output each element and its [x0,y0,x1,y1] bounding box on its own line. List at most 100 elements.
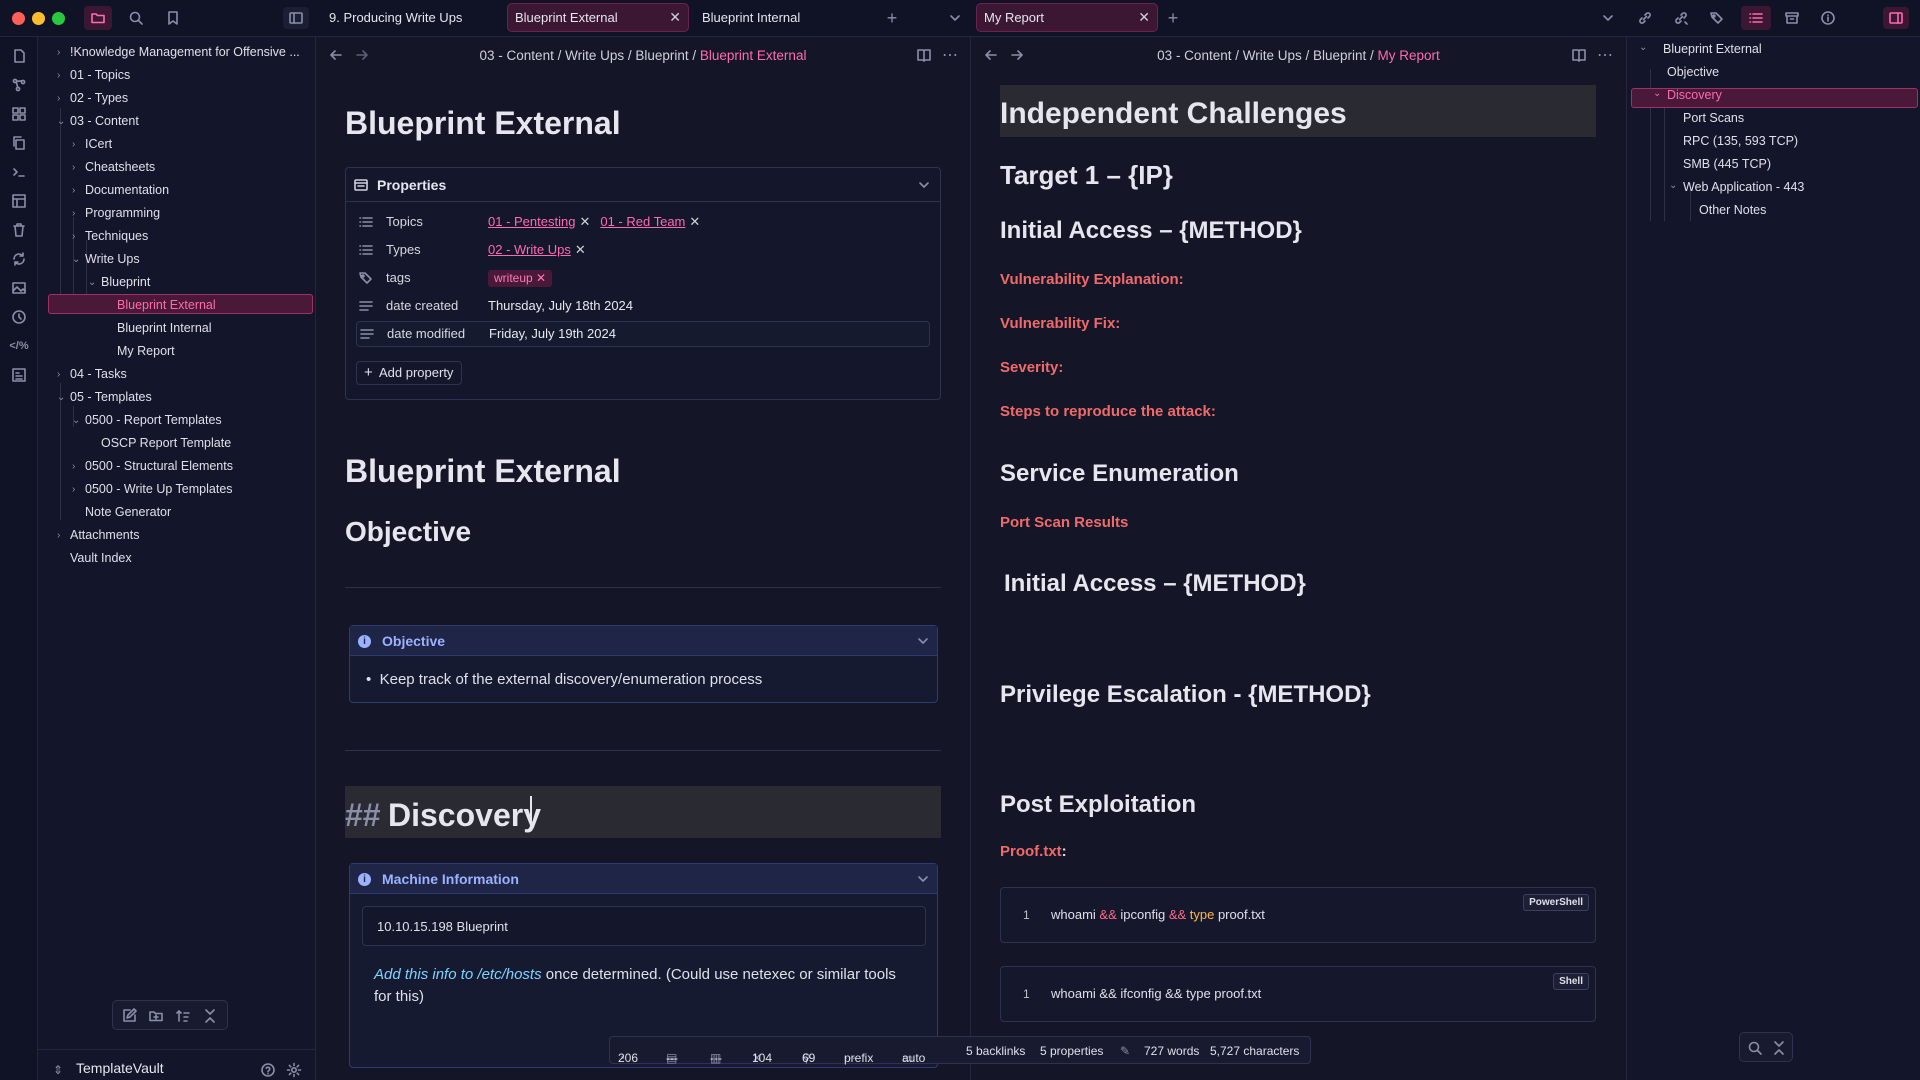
breadcrumb-current[interactable]: My Report [1378,48,1440,63]
add-property-button[interactable]: + Add property [356,361,463,385]
new-tab-icon[interactable]: + [883,8,901,28]
search-icon[interactable] [1746,1039,1764,1057]
zoom-window-button[interactable] [52,12,65,25]
chevron-down-icon[interactable] [915,871,931,887]
property-link[interactable]: 02 - Write Ups [488,242,571,257]
vault-name[interactable]: TemplateVault [76,1060,164,1076]
active-line[interactable]: ## Discovery [345,786,941,838]
chevron-down-icon[interactable] [916,177,932,193]
bookmark-icon[interactable] [164,9,182,27]
properties-header[interactable]: Properties [346,168,940,202]
tab-my-report[interactable]: My Report ✕ [976,3,1158,32]
property-date-created[interactable]: date created Thursday, July 18th 2024 [356,293,930,319]
collapse-all-icon[interactable] [1770,1039,1788,1057]
outline-item[interactable]: RPC (135, 593 TCP) [1683,134,1798,148]
trash-icon[interactable] [9,220,29,240]
tree-folder[interactable]: › 01 - Topics [57,65,130,86]
inline-title[interactable]: Blueprint External [345,105,621,142]
tree-file[interactable]: My Report [117,341,175,362]
right-sidebar-toggle-icon[interactable] [1883,7,1909,29]
outline-item[interactable]: Port Scans [1683,111,1744,125]
code-block-shell[interactable]: 1 whoami && ifconfig && type proof.txt S… [1000,966,1596,1022]
code-percent-icon[interactable]: </% [9,336,29,356]
pencil-icon[interactable]: ✎ [1120,1044,1130,1058]
graph-icon[interactable] [9,75,29,95]
tags-icon[interactable] [1708,9,1726,27]
files-icon[interactable] [9,46,29,66]
tree-folder[interactable]: ⌄ Write Ups [72,249,140,270]
tree-folder[interactable]: › 0500 - Structural Elements [72,456,233,477]
new-note-icon[interactable] [120,1007,138,1025]
close-window-button[interactable] [12,12,25,25]
more-options-icon[interactable]: ⋯ [1597,47,1613,64]
tree-folder[interactable]: › ICert [72,134,112,155]
close-tab-icon[interactable]: ✕ [1138,9,1150,26]
terminal-icon[interactable] [9,162,29,182]
breadcrumb-current[interactable]: Blueprint External [700,48,807,63]
code-block-powershell[interactable]: 1 whoami && ipconfig && type proof.txt P… [1000,887,1596,943]
reading-view-icon[interactable] [1571,47,1587,63]
settings-gear-icon[interactable] [285,1061,303,1079]
property-topics[interactable]: Topics 01 - Pentesting ✕ 01 - Red Team ✕ [356,209,930,235]
tree-file[interactable]: OSCP Report Template [101,433,231,454]
clock-icon[interactable] [9,307,29,327]
more-options-icon[interactable]: ⋯ [942,47,958,64]
outgoing-links-icon[interactable] [1672,9,1690,27]
form-icon[interactable] [9,365,29,385]
folder-icon[interactable] [84,6,112,30]
hosts-link[interactable]: Add this info to /etc/hosts [374,966,542,983]
breadcrumb-path[interactable]: 03 - Content / Write Ups / Blueprint / [480,48,697,63]
tab-producing-write-ups[interactable]: 9. Producing Write Ups [321,3,501,32]
tree-file[interactable]: Note Generator [85,502,171,523]
tag-pill[interactable]: writeup ✕ [488,270,553,287]
tree-folder[interactable]: ⌄ Blueprint [88,272,150,293]
tree-folder[interactable]: ⌄ 03 - Content [57,111,139,132]
remove-icon[interactable]: ✕ [579,214,590,229]
tree-file[interactable]: Vault Index [70,548,132,569]
close-tab-icon[interactable]: ✕ [669,9,681,26]
outline-item[interactable]: Objective [1667,65,1719,79]
tree-folder[interactable]: › Programming [72,203,160,224]
info-icon[interactable] [1819,9,1837,27]
property-value[interactable]: Thursday, July 18th 2024 [488,298,633,313]
outline-icon[interactable] [1741,6,1771,30]
code-block[interactable]: 10.10.15.198 Blueprint [362,906,926,946]
new-folder-icon[interactable] [147,1007,165,1025]
tab-blueprint-internal[interactable]: Blueprint Internal [694,3,874,32]
tree-folder[interactable]: ⌄ 05 - Templates [57,387,152,408]
sort-icon[interactable] [174,1007,192,1025]
breadcrumb-path[interactable]: 03 - Content / Write Ups / Blueprint / [1157,48,1374,63]
tree-folder[interactable]: › 0500 - Write Up Templates [72,479,233,500]
canvas-icon[interactable] [9,104,29,124]
minimize-window-button[interactable] [32,12,45,25]
tree-folder[interactable]: › Cheatsheets [72,157,155,178]
tree-folder[interactable]: › !Knowledge Management for Offensive ... [57,42,300,63]
outline-item[interactable]: SMB (445 TCP) [1683,157,1771,171]
image-icon[interactable] [9,278,29,298]
outline-item-discovery[interactable]: ⌄ Discovery [1653,88,1722,102]
properties-count[interactable]: 5 properties [1040,1044,1103,1058]
property-link[interactable]: 01 - Pentesting [488,214,575,229]
outline-item[interactable]: Other Notes [1699,203,1766,217]
vault-switch-icon[interactable]: ⇕ [50,1062,66,1078]
sidebar-toggle-icon[interactable] [283,7,309,29]
tree-file[interactable]: Blueprint Internal [117,318,212,339]
tree-folder[interactable]: › 02 - Types [57,88,128,109]
link-icon[interactable] [1636,9,1654,27]
chevron-down-icon[interactable] [946,9,964,27]
tree-folder[interactable]: › 04 - Tasks [57,364,127,385]
property-tags[interactable]: tags writeup ✕ [356,265,930,291]
property-link[interactable]: 01 - Red Team [600,214,685,229]
archive-icon[interactable] [1783,9,1801,27]
callout-header[interactable]: i Machine Information [350,864,937,894]
tree-folder[interactable]: › Attachments [57,525,139,546]
tree-folder[interactable]: › Documentation [72,180,169,201]
remove-icon[interactable]: ✕ [575,242,586,257]
new-tab-icon[interactable]: + [1164,8,1182,28]
sync-icon[interactable] [9,249,29,269]
tab-blueprint-external[interactable]: Blueprint External ✕ [507,3,689,32]
callout-header[interactable]: i Objective [350,626,937,656]
property-value[interactable]: Friday, July 19th 2024 [489,326,616,341]
help-icon[interactable] [259,1061,277,1079]
copy-icon[interactable] [9,133,29,153]
